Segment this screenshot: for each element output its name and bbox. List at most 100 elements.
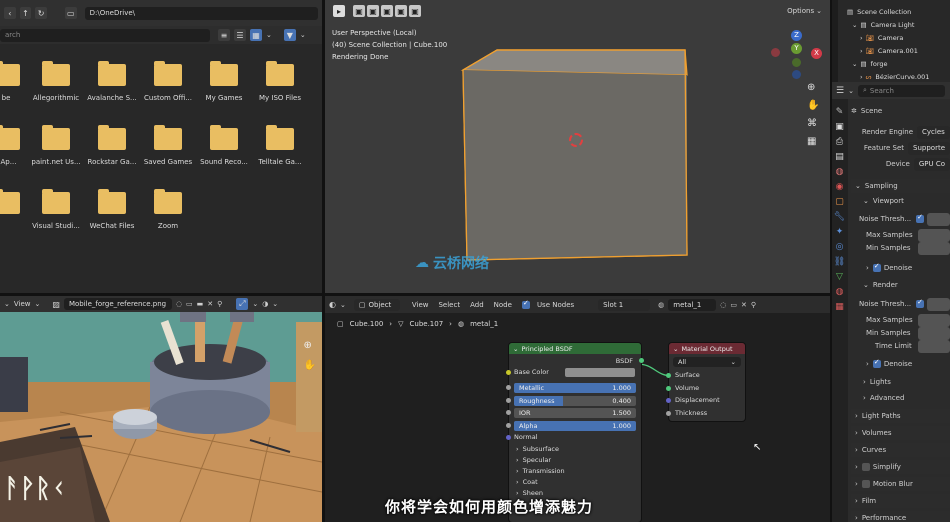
overlay-toggle-icon[interactable]: ◑: [262, 300, 268, 308]
folder-item[interactable]: Rockstar Ga...: [84, 125, 140, 166]
chevron-down-icon[interactable]: ⌄: [266, 31, 272, 39]
folder-item[interactable]: Saved Games: [140, 125, 196, 166]
open-image-icon[interactable]: ▬: [197, 300, 204, 308]
bsdf-subpanel-header[interactable]: › Specular: [516, 456, 551, 464]
back-icon[interactable]: ‹: [4, 7, 16, 19]
shader-type-select[interactable]: ▢ Object: [353, 298, 400, 311]
shader-node-editor[interactable]: ◐ ⌄ ▢Object View Select Add Node Use Nod…: [325, 296, 830, 522]
fake-user-icon[interactable]: ◌: [176, 300, 182, 308]
properties-type-icon[interactable]: ☰: [836, 86, 844, 96]
render-denoise-checkbox[interactable]: [872, 358, 881, 368]
outliner-item[interactable]: › 📷︎ Camera.001: [860, 45, 950, 56]
file-search-input[interactable]: arch: [0, 28, 210, 42]
texture-tab-icon[interactable]: ▦: [835, 302, 844, 312]
world-tab-icon[interactable]: ◉: [836, 182, 844, 192]
select-menu[interactable]: Select: [438, 301, 460, 309]
folder-item[interactable]: Allegorithmic: [28, 61, 84, 102]
material-name-field[interactable]: metal_1: [668, 298, 717, 311]
axis-z-icon[interactable]: Z: [791, 30, 802, 41]
area-divider[interactable]: [322, 0, 325, 522]
pin-icon[interactable]: ⚲: [217, 300, 222, 308]
3d-cursor-icon[interactable]: [569, 133, 583, 147]
outliner-item[interactable]: ⌄ ▤ Camera Light: [852, 19, 950, 30]
properties-search-input[interactable]: ⌕ Search: [857, 84, 945, 97]
physics-tab-icon[interactable]: ◎: [836, 242, 844, 252]
render-max-samples-field[interactable]: [918, 313, 950, 327]
image-name-field[interactable]: Mobile_forge_reference.png: [63, 298, 172, 310]
new-image-icon[interactable]: ▭: [186, 300, 193, 308]
bsdf-input-socket[interactable]: [506, 397, 511, 403]
max-samples-field[interactable]: [918, 228, 950, 242]
volumes-panel-header[interactable]: › Volumes: [851, 426, 950, 440]
breadcrumb-mesh[interactable]: Cube.107: [410, 320, 444, 328]
options-menu[interactable]: Options: [787, 7, 814, 15]
chevron-down-icon[interactable]: ⌄: [272, 300, 278, 308]
chevron-down-icon[interactable]: ⌄: [300, 31, 306, 39]
bsdf-node-header[interactable]: ⌄ Principled BSDF: [509, 343, 641, 354]
output-target-select[interactable]: All ⌄: [673, 357, 741, 367]
chevron-right-icon[interactable]: ›: [860, 47, 863, 55]
chevron-right-icon[interactable]: ›: [860, 34, 863, 42]
view-layer-tab-icon[interactable]: ▤: [835, 152, 844, 162]
normal-socket[interactable]: [506, 435, 511, 440]
area-divider[interactable]: [830, 0, 832, 522]
output-input-socket[interactable]: [666, 398, 671, 403]
bsdf-input-socket[interactable]: [506, 385, 511, 390]
select-invert-icon[interactable]: ▣: [395, 5, 407, 17]
axis-neg-x-icon[interactable]: [771, 48, 780, 57]
folder-item[interactable]: Telltale Ga...: [252, 125, 308, 166]
output-input-socket[interactable]: [666, 385, 671, 391]
base-color-swatch[interactable]: [565, 368, 635, 377]
cube-object[interactable]: [455, 40, 695, 270]
outliner-item[interactable]: ▤ Scene Collection: [844, 6, 950, 17]
3d-viewport[interactable]: ▸ ▣ ▣ ▣ ▣ ▣ Options ⌄ User Perspective (…: [325, 0, 830, 293]
simplify-checkbox[interactable]: [861, 463, 870, 471]
add-menu[interactable]: Add: [470, 301, 484, 309]
outliner-item[interactable]: › 📷︎ Camera: [860, 32, 950, 43]
refresh-icon[interactable]: ↻: [35, 7, 47, 19]
pin-icon[interactable]: ⚲: [751, 301, 756, 309]
bsdf-value-slider[interactable]: Alpha 1.000: [514, 420, 636, 431]
perspective-toggle-icon[interactable]: ▦: [807, 136, 819, 147]
duplicate-icon[interactable]: ▭: [730, 301, 737, 309]
lights-subpanel-header[interactable]: › Lights: [851, 375, 950, 389]
base-color-socket[interactable]: [506, 370, 511, 375]
denoise-checkbox[interactable]: [872, 262, 881, 272]
pan-hand-icon[interactable]: ✋: [807, 100, 819, 111]
output-tab-icon[interactable]: ⎙: [836, 137, 843, 147]
gizmo-toggle-icon[interactable]: ⤢: [236, 298, 249, 310]
chevron-down-icon[interactable]: ⌄: [340, 301, 346, 309]
editor-type-icon[interactable]: ◐: [329, 300, 336, 309]
axis-gizmo[interactable]: Z Y X: [771, 30, 827, 80]
bsdf-value-slider[interactable]: Metallic 1.000: [514, 383, 636, 393]
constraints-tab-icon[interactable]: ⛓︎: [834, 257, 845, 267]
render-engine-select[interactable]: Cycles: [917, 125, 950, 139]
bsdf-input-socket[interactable]: [506, 410, 511, 415]
filter-icon[interactable]: ▼: [283, 29, 296, 41]
noise-threshold-checkbox[interactable]: [916, 213, 925, 223]
particles-tab-icon[interactable]: ✦: [836, 227, 844, 237]
breadcrumb-object[interactable]: Cube.100: [350, 320, 384, 328]
axis-neg-y-icon[interactable]: [792, 58, 801, 67]
motion-blur-checkbox[interactable]: [861, 480, 870, 488]
time-limit-field[interactable]: [918, 339, 950, 353]
chevron-down-icon[interactable]: ⌄: [852, 21, 857, 29]
sampling-panel-header[interactable]: ⌄ Sampling: [851, 179, 950, 193]
modifier-tab-icon[interactable]: 🔧︎: [834, 212, 845, 222]
chevron-down-icon[interactable]: ⌄: [816, 7, 822, 15]
outliner-item[interactable]: ⌄ ▤ forge: [852, 58, 950, 69]
chevron-down-icon[interactable]: ⌄: [4, 300, 10, 308]
light-paths-panel-header[interactable]: › Light Paths: [851, 409, 950, 423]
chevron-down-icon[interactable]: ⌄: [252, 300, 258, 308]
list-view-icon[interactable]: ≡: [218, 29, 230, 41]
folder-item[interactable]: Sound Reco...: [196, 125, 252, 166]
detail-view-icon[interactable]: ☰: [234, 29, 246, 41]
device-select[interactable]: GPU Co: [913, 157, 950, 171]
bsdf-subpanel-header[interactable]: › Transmission: [516, 467, 565, 475]
view-menu[interactable]: View: [412, 301, 429, 309]
render-noise-threshold-checkbox[interactable]: [916, 298, 925, 308]
chevron-down-icon[interactable]: ⌄: [848, 87, 854, 95]
new-folder-icon[interactable]: ▭: [64, 7, 77, 19]
select-intersect-icon[interactable]: ▣: [409, 5, 421, 17]
parent-dir-icon[interactable]: ↑: [19, 7, 32, 19]
